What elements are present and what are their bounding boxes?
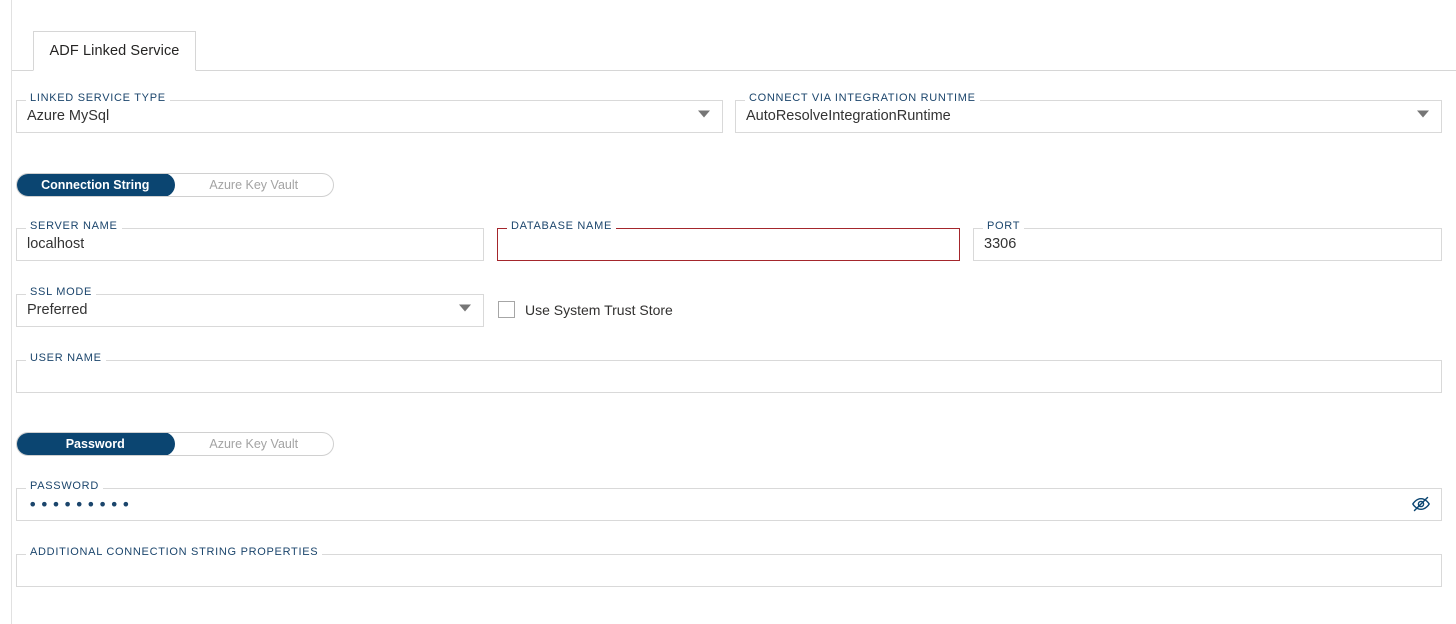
connect-via-integration-runtime-field[interactable]: CONNECT VIA INTEGRATION RUNTIME AutoReso…: [735, 91, 1442, 133]
linked-service-type-field[interactable]: LINKED SERVICE TYPE Azure MySql: [16, 91, 723, 133]
additional-connection-string-properties-label: ADDITIONAL CONNECTION STRING PROPERTIES: [26, 545, 322, 559]
toggle-option-password[interactable]: Password: [16, 432, 175, 456]
linked-service-type-value: Azure MySql: [27, 108, 109, 124]
toggle-option-connection-string[interactable]: Connection String: [16, 173, 175, 197]
toggle-option-password-azure-key-vault[interactable]: Azure Key Vault: [175, 433, 334, 455]
server-name-input[interactable]: [17, 229, 483, 260]
additional-connection-string-properties-input[interactable]: [17, 555, 1441, 586]
database-name-label: DATABASE NAME: [507, 219, 616, 233]
ssl-mode-label: SSL MODE: [26, 285, 96, 299]
use-system-trust-store-label: Use System Trust Store: [525, 302, 673, 318]
password-input[interactable]: [17, 489, 1441, 520]
connect-via-integration-runtime-label: CONNECT VIA INTEGRATION RUNTIME: [745, 91, 980, 105]
user-name-field[interactable]: USER NAME: [16, 351, 1442, 393]
password-source-toggle[interactable]: Password Azure Key Vault: [16, 432, 334, 456]
ssl-mode-field[interactable]: SSL MODE Preferred: [16, 285, 484, 327]
use-system-trust-store-checkbox[interactable]: Use System Trust Store: [498, 301, 673, 318]
tab-adf-linked-service[interactable]: ADF Linked Service: [33, 31, 196, 71]
eye-slash-icon[interactable]: [1408, 491, 1434, 517]
chevron-down-icon[interactable]: [1417, 111, 1429, 118]
linked-service-type-label: LINKED SERVICE TYPE: [26, 91, 170, 105]
user-name-label: USER NAME: [26, 351, 106, 365]
password-field[interactable]: PASSWORD •••••••••: [16, 479, 1442, 521]
connect-via-integration-runtime-value: AutoResolveIntegrationRuntime: [746, 108, 951, 124]
adf-linked-service-panel: ADF Linked Service LINKED SERVICE TYPE A…: [0, 0, 1456, 624]
tab-strip: ADF Linked Service: [12, 0, 1456, 71]
database-name-input[interactable]: [498, 229, 959, 260]
auth-source-toggle[interactable]: Connection String Azure Key Vault: [16, 173, 334, 197]
tab-label: ADF Linked Service: [50, 43, 180, 59]
chevron-down-icon[interactable]: [698, 111, 710, 118]
password-label: PASSWORD: [26, 479, 103, 493]
port-input[interactable]: [974, 229, 1441, 260]
toggle-option-azure-key-vault[interactable]: Azure Key Vault: [175, 174, 334, 196]
additional-connection-string-properties-field[interactable]: ADDITIONAL CONNECTION STRING PROPERTIES: [16, 545, 1442, 587]
server-name-label: SERVER NAME: [26, 219, 122, 233]
port-label: PORT: [983, 219, 1024, 233]
linked-service-form: LINKED SERVICE TYPE Azure MySql CONNECT …: [0, 71, 1456, 624]
user-name-input[interactable]: [17, 361, 1441, 392]
ssl-mode-value: Preferred: [27, 302, 87, 318]
checkbox-box-icon[interactable]: [498, 301, 515, 318]
chevron-down-icon[interactable]: [459, 305, 471, 312]
port-field[interactable]: PORT 3306: [973, 219, 1442, 261]
database-name-field[interactable]: DATABASE NAME: [497, 219, 960, 261]
server-name-field[interactable]: SERVER NAME localhost: [16, 219, 484, 261]
